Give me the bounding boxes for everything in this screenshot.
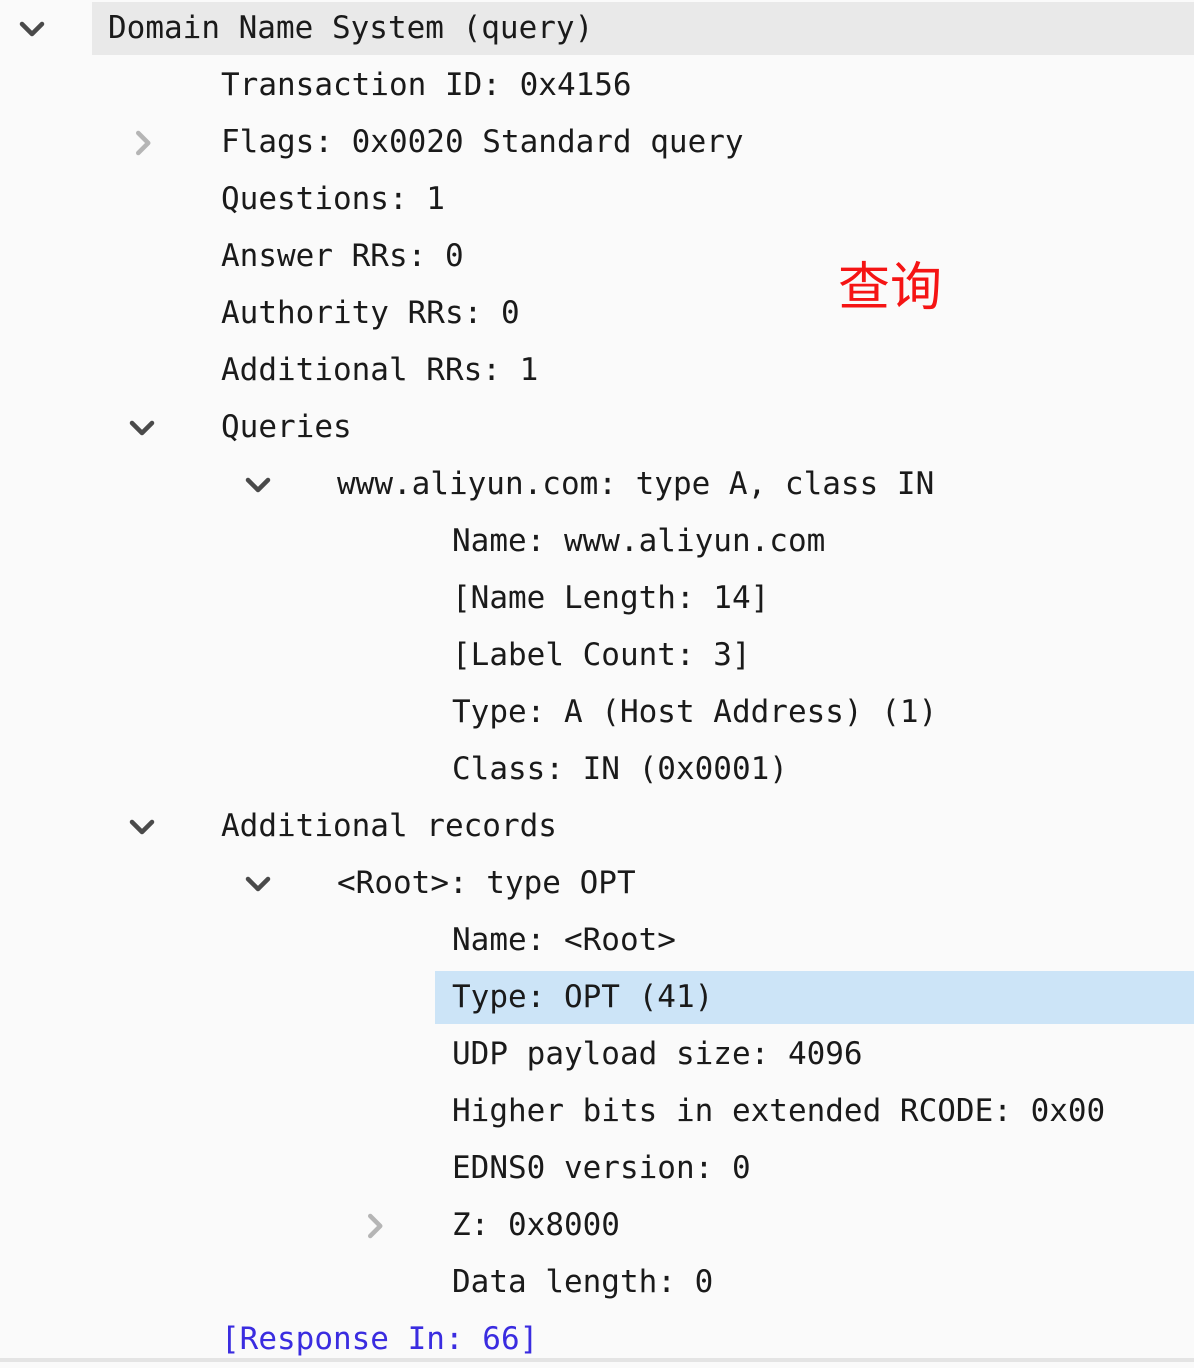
tree-row[interactable]: Data length: 0 [0,1254,1194,1311]
tree-row[interactable]: Additional records [0,798,1194,855]
tree-row[interactable]: Queries [0,399,1194,456]
tree-row-label: Type: OPT (41) [452,969,713,1026]
tree-row-label: Data length: 0 [452,1254,713,1311]
tree-row-label: Questions: 1 [221,171,445,228]
tree-row[interactable]: UDP payload size: 4096 [0,1026,1194,1083]
tree-row-label: Name: <Root> [452,912,676,969]
tree-row-label: UDP payload size: 4096 [452,1026,863,1083]
tree-row[interactable]: Class: IN (0x0001) [0,741,1194,798]
tree-row-label: Flags: 0x0020 Standard query [221,114,744,171]
tree-row-label: <Root>: type OPT [337,855,636,912]
tree-row[interactable]: Authority RRs: 0 [0,285,1194,342]
tree-row-label: Additional RRs: 1 [221,342,538,399]
tree-row[interactable]: Name: www.aliyun.com [0,513,1194,570]
tree-row[interactable]: Additional RRs: 1 [0,342,1194,399]
chevron-down-icon[interactable] [120,399,164,456]
chevron-down-icon[interactable] [236,855,280,912]
tree-row[interactable]: [Label Count: 3] [0,627,1194,684]
tree-row-label: Answer RRs: 0 [221,228,464,285]
chevron-right-icon[interactable] [352,1197,396,1254]
tree-row[interactable]: Higher bits in extended RCODE: 0x00 [0,1083,1194,1140]
tree-row-label: Higher bits in extended RCODE: 0x00 [452,1083,1105,1140]
tree-row[interactable]: Z: 0x8000 [0,1197,1194,1254]
tree-row-label: [Label Count: 3] [452,627,751,684]
tree-row[interactable]: Transaction ID: 0x4156 [0,57,1194,114]
tree-row-label: www.aliyun.com: type A, class IN [337,456,934,513]
tree-row[interactable]: Name: <Root> [0,912,1194,969]
tree-row-label: Queries [221,399,352,456]
tree-row-label: Name: www.aliyun.com [452,513,825,570]
tree-row-label: Class: IN (0x0001) [452,741,788,798]
chevron-down-icon[interactable] [236,456,280,513]
chevron-right-icon[interactable] [120,114,164,171]
packet-detail-tree: Domain Name System (query)Transaction ID… [0,0,1194,1362]
tree-row[interactable]: [Name Length: 14] [0,570,1194,627]
tree-row-label: Authority RRs: 0 [221,285,520,342]
tree-row-label: [Name Length: 14] [452,570,769,627]
tree-row[interactable]: Domain Name System (query) [0,0,1194,57]
tree-row[interactable]: Type: OPT (41) [0,969,1194,1026]
tree-row[interactable]: <Root>: type OPT [0,855,1194,912]
tree-row-label: Type: A (Host Address) (1) [452,684,937,741]
panel-bottom-edge [0,1358,1194,1362]
tree-row-label: Domain Name System (query) [108,0,593,57]
tree-row-label: Z: 0x8000 [452,1197,620,1254]
tree-row-label: EDNS0 version: 0 [452,1140,751,1197]
tree-row[interactable]: Questions: 1 [0,171,1194,228]
tree-row[interactable]: Answer RRs: 0 [0,228,1194,285]
tree-row[interactable]: www.aliyun.com: type A, class IN [0,456,1194,513]
red-annotation-query: 查询 [838,262,942,314]
tree-row[interactable]: EDNS0 version: 0 [0,1140,1194,1197]
chevron-down-icon[interactable] [10,0,54,57]
tree-row-label: Transaction ID: 0x4156 [221,57,632,114]
chevron-down-icon[interactable] [120,798,164,855]
tree-row[interactable]: Flags: 0x0020 Standard query [0,114,1194,171]
tree-row-label: Additional records [221,798,557,855]
tree-row[interactable]: Type: A (Host Address) (1) [0,684,1194,741]
